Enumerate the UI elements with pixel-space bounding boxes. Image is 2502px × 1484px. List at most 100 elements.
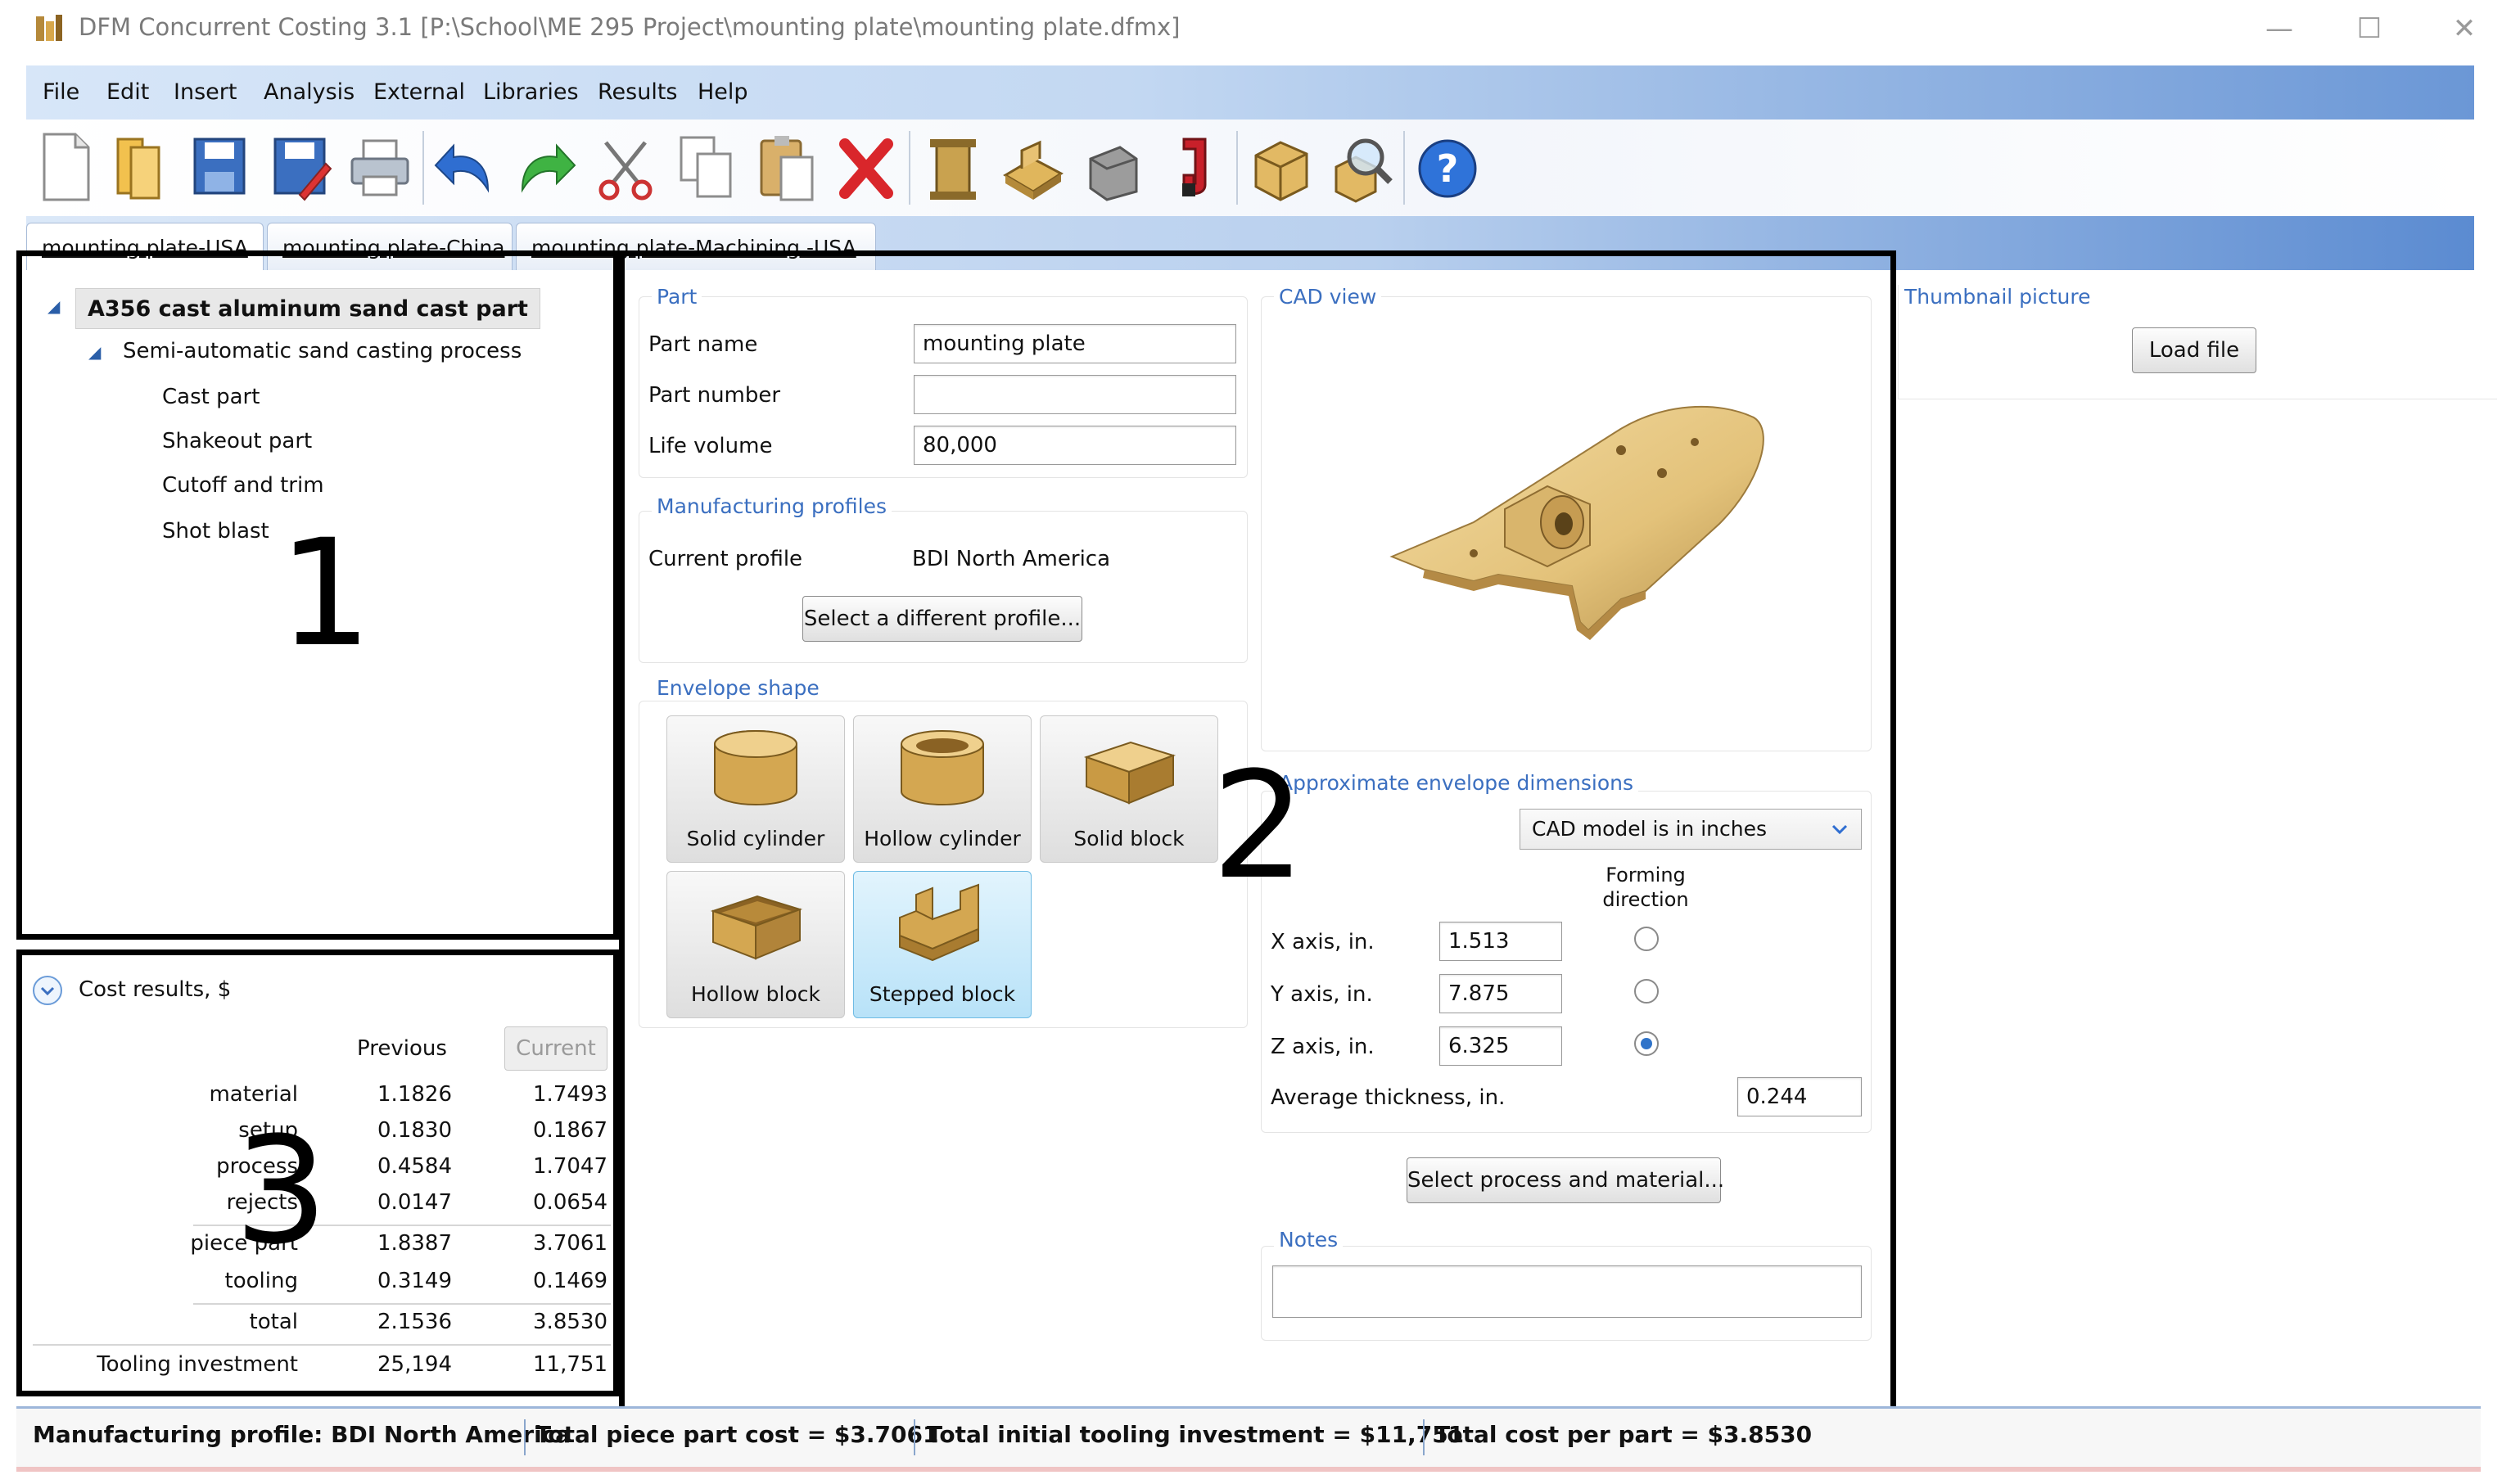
save-icon[interactable] xyxy=(183,126,255,208)
maximize-button[interactable]: ☐ xyxy=(2345,8,2394,49)
forming-z-radio[interactable] xyxy=(1634,1031,1659,1056)
load-file-button[interactable]: Load file xyxy=(2132,327,2256,373)
menu-results[interactable]: Results xyxy=(598,65,678,120)
process-icon[interactable] xyxy=(917,126,989,208)
select-profile-button[interactable]: Select a different profile... xyxy=(802,596,1082,642)
hollow-cylinder-icon xyxy=(901,730,984,805)
cost-current-value: 0.1469 xyxy=(533,1269,607,1293)
operation-icon[interactable] xyxy=(1077,126,1149,208)
tree-expand-icon[interactable]: ◢ xyxy=(47,296,60,316)
stepped-block-button[interactable]: Stepped block xyxy=(853,871,1032,1018)
status-tooling-investment: Total initial tooling investment = $11,7… xyxy=(927,1421,1465,1448)
tree-operation-item[interactable]: Shakeout part xyxy=(162,429,312,453)
cost-previous-value: 1.1826 xyxy=(377,1082,452,1107)
magnet-icon[interactable] xyxy=(1158,126,1230,208)
new-icon[interactable] xyxy=(29,126,102,208)
part-name-input[interactable]: mounting plate xyxy=(914,324,1236,363)
undo-icon[interactable] xyxy=(429,126,501,208)
average-thickness-input[interactable]: 0.244 xyxy=(1737,1077,1862,1116)
menu-analysis[interactable]: Analysis xyxy=(264,65,355,120)
solid-block-icon xyxy=(1083,741,1176,805)
tree-process-item[interactable]: Semi-automatic sand casting process xyxy=(123,339,522,363)
menu-edit[interactable]: Edit xyxy=(106,65,149,120)
part-icon[interactable] xyxy=(1244,126,1316,208)
app-logo-icon xyxy=(33,13,65,44)
status-bar-accent xyxy=(16,1467,2481,1472)
envelope-shape-title: Envelope shape xyxy=(652,676,824,700)
part-number-input[interactable] xyxy=(914,375,1236,414)
menu-insert[interactable]: Insert xyxy=(174,65,237,120)
status-piece-part-cost: Total piece part cost = $3.7061 xyxy=(535,1421,939,1448)
z-axis-input[interactable]: 6.325 xyxy=(1439,1026,1562,1066)
status-divider xyxy=(524,1419,526,1455)
life-volume-label: Life volume xyxy=(648,434,773,458)
forming-y-radio[interactable] xyxy=(1634,979,1659,1004)
toolbar-separator xyxy=(422,131,424,205)
collapse-toggle[interactable] xyxy=(33,976,62,1005)
open-icon[interactable] xyxy=(103,126,175,208)
menu-bar: File Edit Insert Analysis External Libra… xyxy=(26,65,2474,120)
cost-divider xyxy=(193,1303,611,1305)
hollow-cylinder-button[interactable]: Hollow cylinder xyxy=(853,715,1032,863)
tab-mounting-plate-china[interactable]: mounting plate-China xyxy=(267,223,513,270)
stepped-block-label: Stepped block xyxy=(869,982,1016,1006)
y-axis-input[interactable]: 7.875 xyxy=(1439,974,1562,1013)
solid-block-button[interactable]: Solid block xyxy=(1040,715,1218,863)
y-axis-label: Y axis, in. xyxy=(1271,982,1373,1007)
cad-part-viewport[interactable] xyxy=(1375,385,1785,655)
hollow-block-icon xyxy=(710,895,803,960)
cad-units-select-value: CAD model is in inches xyxy=(1532,817,1767,841)
tab-mounting-plate-usa[interactable]: mounting plate-USA xyxy=(26,223,264,270)
paste-icon[interactable] xyxy=(750,126,822,208)
cost-previous-value: 0.0147 xyxy=(377,1190,452,1215)
tree-operation-item[interactable]: Cast part xyxy=(162,385,260,409)
tree-operation-item[interactable]: Cutoff and trim xyxy=(162,473,324,498)
cost-previous-value: 25,194 xyxy=(377,1352,452,1377)
minimize-button[interactable]: — xyxy=(2255,8,2304,49)
copy-icon[interactable] xyxy=(670,126,742,208)
solid-cylinder-button[interactable]: Solid cylinder xyxy=(666,715,845,863)
solid-cylinder-icon xyxy=(714,730,797,805)
life-volume-input[interactable]: 80,000 xyxy=(914,426,1236,465)
cut-icon[interactable] xyxy=(589,126,662,208)
cost-col-previous: Previous xyxy=(357,1036,447,1061)
menu-help[interactable]: Help xyxy=(698,65,748,120)
menu-external[interactable]: External xyxy=(373,65,465,120)
cad-units-select[interactable]: CAD model is in inches xyxy=(1520,809,1862,850)
current-profile-label: Current profile xyxy=(648,547,803,571)
status-divider xyxy=(1423,1419,1425,1455)
solid-block-label: Solid block xyxy=(1073,827,1185,850)
average-thickness-label: Average thickness, in. xyxy=(1271,1085,1506,1110)
tree-root-material[interactable]: A356 cast aluminum sand cast part xyxy=(75,288,540,329)
cost-col-current-button[interactable]: Current xyxy=(504,1026,607,1071)
menu-file[interactable]: File xyxy=(43,65,79,120)
tree-operation-item[interactable]: Shot blast xyxy=(162,519,269,544)
cost-current-value: 1.7493 xyxy=(533,1082,607,1107)
mounting-plate-model-icon xyxy=(1389,405,1764,640)
cost-current-value: 0.1867 xyxy=(533,1118,607,1143)
cost-row-label: material xyxy=(209,1082,298,1107)
thumbnail-title: Thumbnail picture xyxy=(1899,285,2096,309)
cad-view-title: CAD view xyxy=(1274,285,1382,309)
cost-previous-value: 2.1536 xyxy=(377,1310,452,1334)
close-button[interactable]: ✕ xyxy=(2440,8,2489,49)
x-axis-input[interactable]: 1.513 xyxy=(1439,922,1562,961)
notes-input[interactable] xyxy=(1272,1265,1862,1318)
tab-mounting-plate-machining-usa[interactable]: mounting plate-Machining -USA xyxy=(516,223,876,270)
envelope-dimensions-title: Approximate envelope dimensions xyxy=(1274,771,1639,795)
x-axis-label: X axis, in. xyxy=(1271,930,1375,954)
redo-icon[interactable] xyxy=(509,126,581,208)
hollow-block-button[interactable]: Hollow block xyxy=(666,871,845,1018)
annotation-number-1: 1 xyxy=(278,508,373,679)
help-icon[interactable]: ? xyxy=(1411,126,1484,208)
material-icon[interactable] xyxy=(997,126,1069,208)
tree-expand-icon[interactable]: ◢ xyxy=(88,342,101,362)
toolbar-separator xyxy=(1236,131,1238,205)
forming-x-radio[interactable] xyxy=(1634,927,1659,951)
save-as-icon[interactable] xyxy=(264,126,336,208)
analysis-zoom-icon[interactable] xyxy=(1325,126,1397,208)
delete-icon[interactable] xyxy=(830,126,902,208)
select-process-material-button[interactable]: Select process and material... xyxy=(1407,1157,1724,1203)
menu-libraries[interactable]: Libraries xyxy=(483,65,579,120)
print-icon[interactable] xyxy=(344,126,416,208)
